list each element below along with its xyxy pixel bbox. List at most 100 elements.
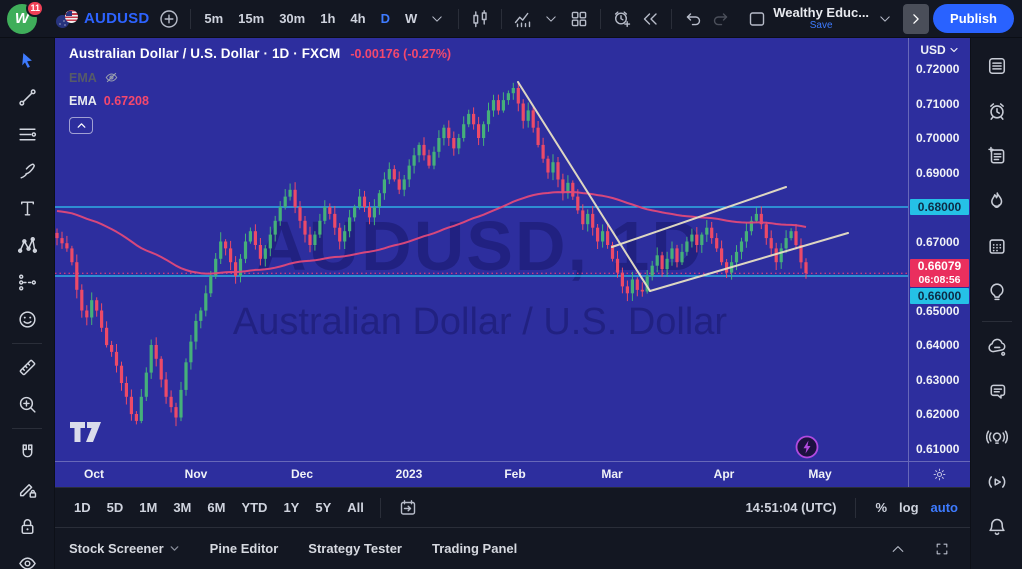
tool-measure-button[interactable] xyxy=(8,349,46,385)
timeframe-w[interactable]: W xyxy=(399,7,423,30)
save-link[interactable]: Save xyxy=(810,20,833,31)
timeframe-menu-chevron-icon[interactable] xyxy=(423,5,451,33)
indicators-icon[interactable] xyxy=(509,5,537,33)
price-tick: 0.72000 xyxy=(916,62,960,76)
level-price-label-0.66000: 0.66000 xyxy=(910,288,969,305)
toolbar-divider xyxy=(458,8,460,29)
timeframe-4h[interactable]: 4h xyxy=(344,7,371,30)
bottom-panel: Stock Screener Pine Editor Strategy Tester… xyxy=(55,527,970,569)
timeframe-5m[interactable]: 5m xyxy=(198,7,229,30)
compare-add-symbol-icon[interactable] xyxy=(155,5,183,33)
multichart-layout-icon[interactable] xyxy=(565,5,593,33)
price-tick: 0.63000 xyxy=(916,372,960,387)
tool-fib-retracement-button[interactable] xyxy=(8,116,46,152)
tool-text-button[interactable] xyxy=(8,190,46,226)
price-axis-currency-button[interactable]: USD xyxy=(909,38,970,62)
save-layout-icon[interactable] xyxy=(743,5,771,33)
sidebar-minds-button[interactable] xyxy=(977,327,1017,367)
sidebar-watchlist-button[interactable] xyxy=(977,46,1017,86)
clock-utc[interactable]: 14:51:04 (UTC) xyxy=(745,500,836,515)
tool-lock-all-button[interactable] xyxy=(8,508,46,544)
layout-menu-chevron-icon[interactable] xyxy=(871,5,899,33)
tab-stock-screener[interactable]: Stock Screener xyxy=(69,541,180,556)
sidebar-ideas-live-button[interactable] xyxy=(977,417,1017,457)
chevron-down-icon xyxy=(169,543,180,554)
range-6m-button[interactable]: 6M xyxy=(200,496,232,519)
tool-cursor-button[interactable] xyxy=(8,42,46,78)
tab-strategy-tester[interactable]: Strategy Tester xyxy=(308,541,402,556)
range-3m-button[interactable]: 3M xyxy=(166,496,198,519)
tool-magnet-button[interactable] xyxy=(8,434,46,470)
tool-emoji-button[interactable] xyxy=(8,301,46,337)
chart-type-candles-icon[interactable] xyxy=(466,5,494,33)
undo-icon[interactable] xyxy=(679,5,707,33)
minds-icon xyxy=(986,336,1008,358)
symbol-search-button[interactable]: AUDUSD xyxy=(50,7,155,31)
redo-icon[interactable] xyxy=(707,5,735,33)
current-price-label: 0.66079 06:08:56 xyxy=(910,259,969,288)
range-5y-button[interactable]: 5Y xyxy=(308,496,338,519)
time-axis[interactable]: Oct Nov Dec 2023 Feb Mar Apr May xyxy=(55,461,970,487)
sidebar-news-button[interactable] xyxy=(977,136,1017,176)
publish-button[interactable]: Publish xyxy=(933,4,1014,33)
tab-pine-editor[interactable]: Pine Editor xyxy=(210,541,279,556)
chart-plot-area[interactable]: AUDUSD, 1D Australian Dollar / U.S. Dolla… xyxy=(55,38,908,461)
ema-indicator-hidden-label[interactable]: EMA xyxy=(69,71,97,85)
auto-scale-button[interactable]: auto xyxy=(931,500,958,515)
price-tick: 0.64000 xyxy=(916,338,960,352)
tool-forecast-button[interactable] xyxy=(8,264,46,300)
log-scale-button[interactable]: log xyxy=(899,500,919,515)
sidebar-notifications-button[interactable] xyxy=(977,507,1017,547)
create-alert-icon[interactable] xyxy=(608,5,636,33)
layout-name-button[interactable]: Wealthy Educ... Save xyxy=(773,5,869,31)
indicators-menu-chevron-icon[interactable] xyxy=(537,5,565,33)
time-tick-oct: Oct xyxy=(83,467,105,481)
timeframe-1h[interactable]: 1h xyxy=(314,7,341,30)
toolbar-divider xyxy=(12,343,42,344)
time-axis-labels[interactable]: Oct Nov Dec 2023 Feb Mar Apr May xyxy=(55,462,908,487)
chart-pane: AUDUSD, 1D Australian Dollar / U.S. Dolla… xyxy=(55,38,970,569)
sidebar-alerts-button[interactable] xyxy=(977,91,1017,131)
range-all-button[interactable]: All xyxy=(340,496,371,519)
cursor-icon xyxy=(17,50,38,71)
tool-zoom-in-button[interactable] xyxy=(8,386,46,422)
legend-collapse-button[interactable] xyxy=(69,117,93,134)
ideas-live-icon xyxy=(985,426,1008,448)
sidebar-chat-button[interactable] xyxy=(977,372,1017,412)
watchlist-icon xyxy=(986,55,1008,77)
tradingview-logo-icon[interactable] xyxy=(70,422,101,442)
eye-off-icon[interactable] xyxy=(104,70,119,85)
tool-pattern-button[interactable] xyxy=(8,227,46,263)
price-axis[interactable]: USD 0.72000 0.71000 0.70000 0.69000 0.68000 0… xyxy=(908,38,970,461)
open-panel-arrow-button[interactable] xyxy=(903,3,930,34)
range-1d-button[interactable]: 1D xyxy=(67,496,98,519)
notifications-icon xyxy=(986,516,1008,538)
ema-indicator-label[interactable]: EMA xyxy=(69,94,97,108)
sidebar-ideas-button[interactable] xyxy=(977,271,1017,311)
sidebar-streams-button[interactable] xyxy=(977,462,1017,502)
tool-trend-line-button[interactable] xyxy=(8,79,46,115)
tool-hide-all-button[interactable] xyxy=(8,545,46,569)
symbol-title[interactable]: Australian Dollar / U.S. Dollar · 1D · F… xyxy=(69,46,340,61)
price-change: -0.00176 (-0.27%) xyxy=(350,47,452,61)
range-1m-button[interactable]: 1M xyxy=(132,496,164,519)
app-logo[interactable]: W 11 xyxy=(6,0,44,36)
range-5d-button[interactable]: 5D xyxy=(100,496,131,519)
tool-brush-button[interactable] xyxy=(8,153,46,189)
open-panel-chevron-icon[interactable] xyxy=(884,535,912,563)
sidebar-calendar-button[interactable] xyxy=(977,226,1017,266)
boost-button[interactable] xyxy=(795,435,819,459)
timeframe-15m[interactable]: 15m xyxy=(232,7,270,30)
percent-scale-button[interactable]: % xyxy=(875,500,887,515)
timeframe-d[interactable]: D xyxy=(375,7,396,30)
tool-drawing-sync-button[interactable] xyxy=(8,471,46,507)
range-1y-button[interactable]: 1Y xyxy=(276,496,306,519)
bar-replay-icon[interactable] xyxy=(636,5,664,33)
axis-settings-gear-icon[interactable] xyxy=(908,462,970,487)
go-to-date-icon[interactable] xyxy=(394,494,422,522)
fullscreen-icon[interactable] xyxy=(928,535,956,563)
sidebar-hotlists-button[interactable] xyxy=(977,181,1017,221)
range-ytd-button[interactable]: YTD xyxy=(234,496,274,519)
timeframe-30m[interactable]: 30m xyxy=(273,7,311,30)
tab-trading-panel[interactable]: Trading Panel xyxy=(432,541,517,556)
